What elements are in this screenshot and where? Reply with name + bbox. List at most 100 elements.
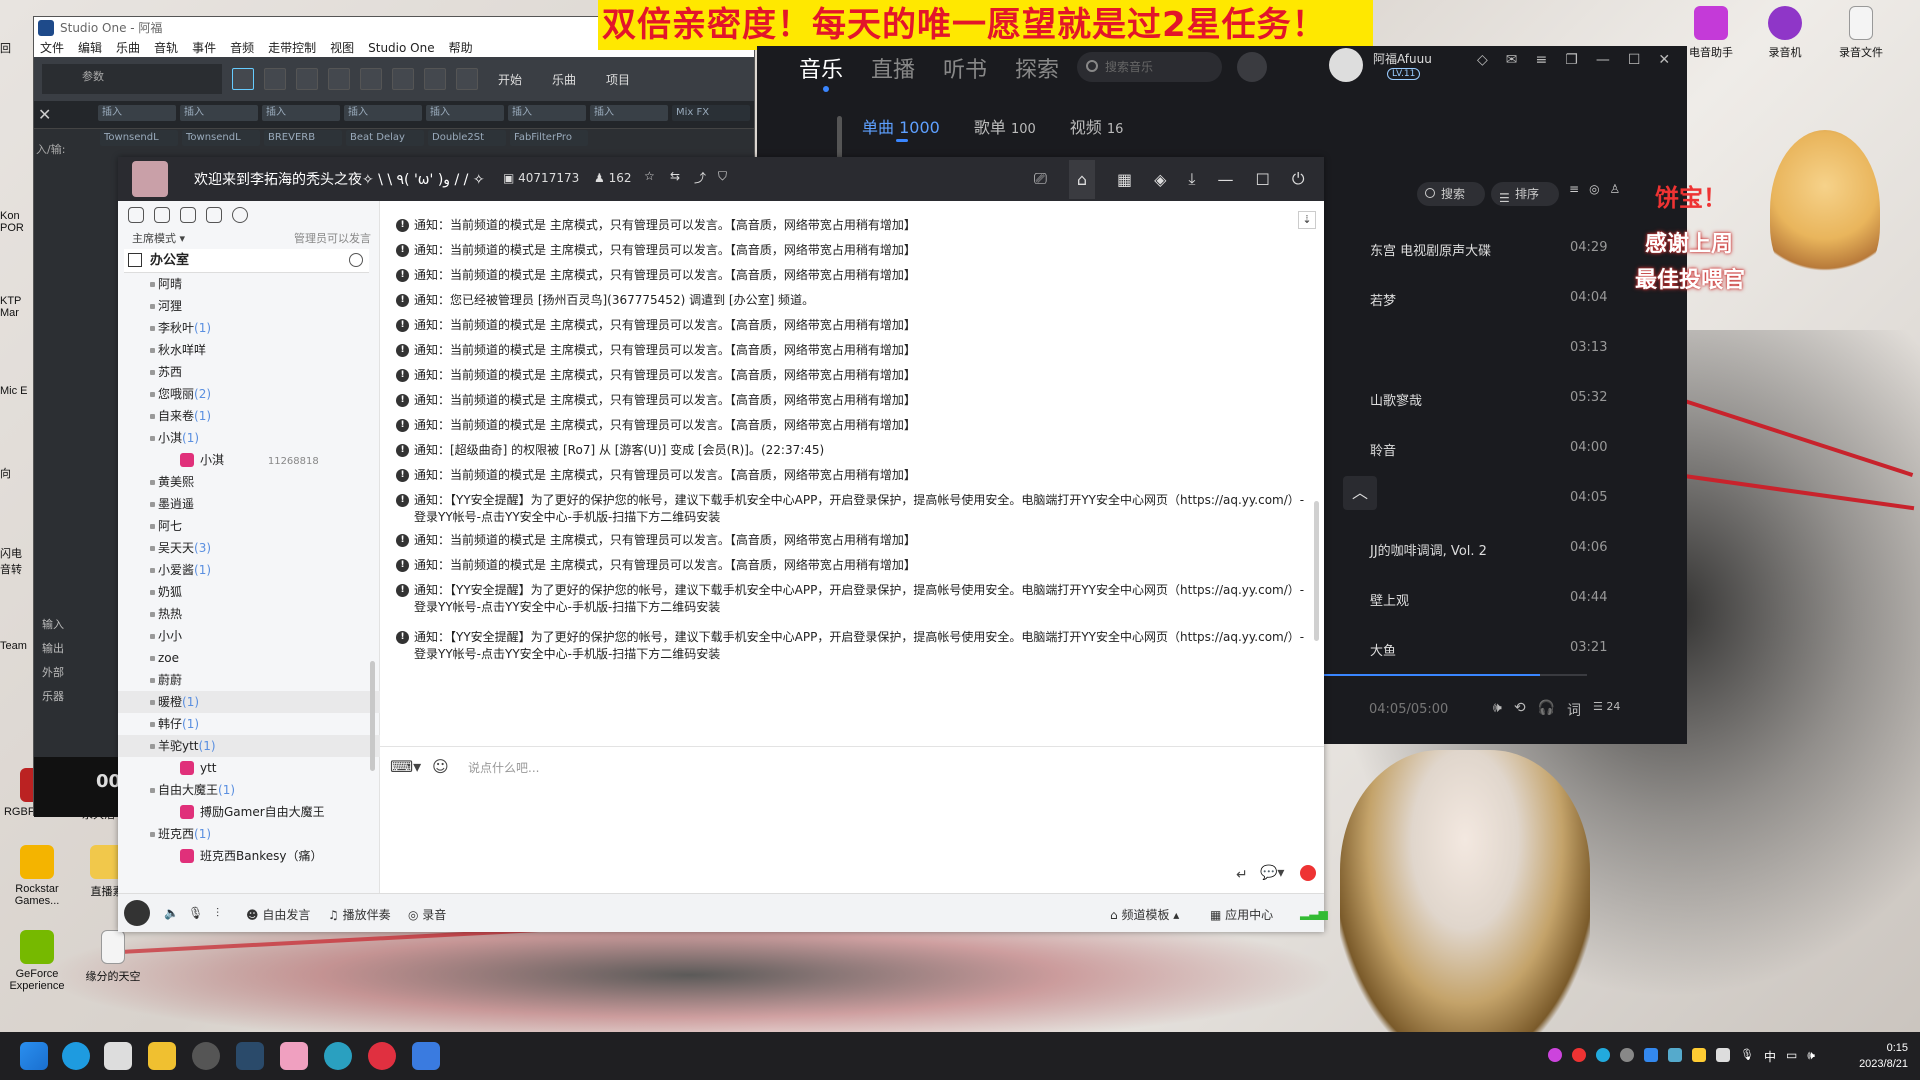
- app-icon[interactable]: [192, 1042, 220, 1070]
- chat-bubble-icon[interactable]: 💬▾: [1260, 865, 1284, 881]
- desktop-edge-label[interactable]: Mic E: [0, 385, 32, 397]
- app-center-button[interactable]: ▦ 应用中心: [1210, 906, 1273, 923]
- game-icon[interactable]: ◈: [1154, 170, 1166, 189]
- volume-icon[interactable]: 🕪: [1493, 700, 1502, 720]
- maximize-icon[interactable]: ☐: [1255, 170, 1269, 189]
- user-entry[interactable]: 搏励Gamer自由大魔王: [118, 801, 380, 823]
- insert-slot[interactable]: 插入: [262, 105, 340, 121]
- mix-fx-slot[interactable]: Mix FX: [672, 105, 750, 121]
- list-item[interactable]: zoe: [118, 647, 380, 669]
- insert-slot[interactable]: 插入: [426, 105, 504, 121]
- user-entry[interactable]: ytt: [118, 757, 380, 779]
- list-item[interactable]: 自来卷(1): [118, 405, 380, 427]
- list-item[interactable]: 河狸: [118, 295, 380, 317]
- plugin-slot[interactable]: Beat Delay: [346, 130, 424, 146]
- skin-icon[interactable]: ◇: [1477, 52, 1488, 68]
- location-icon[interactable]: [180, 207, 196, 223]
- minimize-icon[interactable]: —: [1596, 52, 1610, 68]
- list-item[interactable]: 黄美熙: [118, 471, 380, 493]
- list-item[interactable]: 小爱酱(1): [118, 559, 380, 581]
- paint-tool-icon[interactable]: [360, 68, 382, 90]
- mini-mode-icon[interactable]: ❐: [1565, 52, 1578, 68]
- record-button[interactable]: ◎ 录音: [408, 906, 446, 923]
- playback-progress-track[interactable]: [1324, 674, 1587, 676]
- plugin-slot[interactable]: Double2St: [428, 130, 506, 146]
- tab-songs[interactable]: 单曲 1000: [862, 114, 940, 138]
- list-item[interactable]: 奶狐: [118, 581, 380, 603]
- plugin-slot[interactable]: FabFilterPro: [510, 130, 588, 146]
- list-item[interactable]: 蔚蔚: [118, 669, 380, 691]
- list-item[interactable]: 吴天天(3): [118, 537, 380, 559]
- tab-live[interactable]: 直播: [871, 52, 915, 84]
- menu-item-event[interactable]: 事件: [192, 39, 216, 57]
- steam-icon[interactable]: [236, 1042, 264, 1070]
- send-icon[interactable]: ↵: [1236, 867, 1248, 883]
- list-view-icon[interactable]: ≡: [1569, 182, 1579, 196]
- app-icon[interactable]: [324, 1042, 352, 1070]
- list-item[interactable]: 阿七: [118, 515, 380, 537]
- desktop-edge-label[interactable]: Kon POR: [0, 210, 32, 234]
- share-icon[interactable]: ⤴: [694, 169, 706, 186]
- repeat-icon[interactable]: ⟲: [1514, 700, 1526, 720]
- menu-item-file[interactable]: 文件: [40, 39, 64, 57]
- list-item[interactable]: 您哦丽(2): [118, 383, 380, 405]
- tray-icon[interactable]: [1620, 1048, 1634, 1062]
- song-row[interactable]: 大鱼 03:21: [1370, 640, 1607, 659]
- menu-item-studio-one[interactable]: Studio One: [368, 39, 434, 57]
- song-row[interactable]: 聆音 04:00: [1370, 440, 1607, 459]
- menu-item-audio[interactable]: 音频: [230, 39, 254, 57]
- list-item[interactable]: 自由大魔王(1): [118, 779, 380, 801]
- tray-icon[interactable]: [1668, 1048, 1682, 1062]
- headphone-icon[interactable]: 🎧: [1538, 700, 1555, 720]
- music-search-input[interactable]: 搜索音乐: [1077, 52, 1222, 82]
- desktop-edge-label[interactable]: Team: [0, 640, 32, 652]
- app-icon[interactable]: [104, 1042, 132, 1070]
- side-label-output[interactable]: 输出: [42, 637, 64, 661]
- scroll-top-button[interactable]: ︿: [1343, 476, 1377, 510]
- split-tool-icon[interactable]: [392, 68, 414, 90]
- insert-slot[interactable]: 插入: [98, 105, 176, 121]
- video-icon[interactable]: ⎚: [1034, 169, 1047, 189]
- list-search-button[interactable]: 搜索: [1417, 182, 1485, 206]
- list-item[interactable]: 苏西: [118, 361, 380, 383]
- tray-icon[interactable]: [1644, 1048, 1658, 1062]
- desktop-edge-label[interactable]: 回: [0, 40, 11, 56]
- flower-icon[interactable]: [1300, 865, 1316, 881]
- minimize-icon[interactable]: —: [1217, 170, 1233, 189]
- list-item[interactable]: 阿晴: [118, 273, 380, 295]
- voice-search-icon[interactable]: [1237, 52, 1267, 82]
- bend-tool-icon[interactable]: [424, 68, 446, 90]
- list-item[interactable]: 羊驼ytt(1): [118, 735, 380, 757]
- desktop-edge-label[interactable]: 闪电音转: [0, 545, 32, 577]
- project-button[interactable]: 项目: [596, 69, 640, 90]
- desktop-icon-text-file[interactable]: 缘分的天空: [78, 930, 148, 984]
- channel-icon[interactable]: [154, 207, 170, 223]
- app-icon[interactable]: [412, 1042, 440, 1070]
- list-icon[interactable]: [206, 207, 222, 223]
- current-room[interactable]: 办公室: [124, 249, 369, 273]
- tab-videos[interactable]: 视频 16: [1070, 114, 1124, 138]
- range-tool-icon[interactable]: [264, 68, 286, 90]
- start-button[interactable]: 开始: [488, 69, 532, 90]
- listen-tool-icon[interactable]: [456, 68, 478, 90]
- arrow-tool-icon[interactable]: [232, 68, 254, 90]
- desktop-edge-label[interactable]: 向: [0, 465, 32, 481]
- mail-icon[interactable]: ✉: [1506, 52, 1518, 68]
- mixer-icon[interactable]: ⫶: [216, 906, 219, 921]
- song-row[interactable]: JJ的咖啡调调, Vol. 2 04:06: [1370, 540, 1607, 559]
- menu-item-edit[interactable]: 编辑: [78, 39, 102, 57]
- song-row[interactable]: 山歌寥哉 05:32: [1370, 390, 1607, 409]
- clock[interactable]: 0:15 2023/8/21: [1859, 1040, 1908, 1072]
- side-label-instrument[interactable]: 乐器: [42, 685, 64, 709]
- playlist-button[interactable]: ☰ 24: [1593, 700, 1620, 720]
- yy-title-bar[interactable]: 欢迎来到李拓海的秃头之夜✧ \ \ ٩( 'ω' )و / / ✧ ▣ 4071…: [118, 157, 1324, 201]
- ime-indicator[interactable]: 中: [1764, 1048, 1776, 1065]
- chat-input[interactable]: 说点什么吧...: [468, 759, 539, 776]
- yy-app-icon[interactable]: [148, 1042, 176, 1070]
- close-icon[interactable]: ✕: [1658, 52, 1670, 68]
- menu-item-track[interactable]: 音轨: [154, 39, 178, 57]
- song-row[interactable]: 若梦 04:04: [1370, 290, 1607, 309]
- tray-icon[interactable]: [1548, 1048, 1562, 1062]
- panel-icon[interactable]: ▦: [1117, 170, 1132, 189]
- pencil-tool-icon[interactable]: [296, 68, 318, 90]
